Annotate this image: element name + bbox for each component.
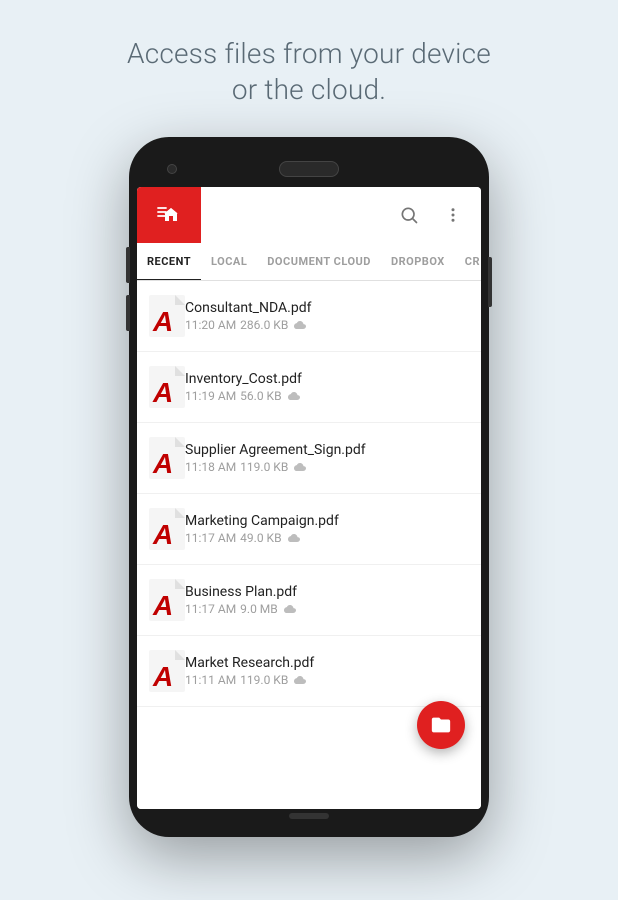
cloud-icon xyxy=(292,675,306,685)
file-meta: 11:11 AM 119.0 KB xyxy=(185,673,469,687)
volume-down-button xyxy=(126,295,130,331)
pdf-file-icon: A xyxy=(149,295,185,337)
phone-bottom xyxy=(137,809,481,823)
file-meta: 11:17 AM 49.0 KB xyxy=(185,531,469,545)
more-options-button[interactable] xyxy=(433,195,473,235)
svg-text:A: A xyxy=(152,519,173,550)
list-item[interactable]: A Consultant_NDA.pdf 11:20 AM 286.0 KB xyxy=(137,281,481,352)
speaker xyxy=(279,161,339,177)
svg-text:A: A xyxy=(152,448,173,479)
file-list: A Consultant_NDA.pdf 11:20 AM 286.0 KB A xyxy=(137,281,481,809)
cloud-icon xyxy=(286,391,300,401)
svg-text:A: A xyxy=(152,306,173,337)
tab-cr[interactable]: CR xyxy=(455,243,481,280)
app-bar-actions xyxy=(389,195,481,235)
folder-icon xyxy=(430,714,452,736)
home-button-bar[interactable] xyxy=(137,187,201,243)
phone-top-bar xyxy=(137,151,481,187)
headline-line1: Access files from your device xyxy=(127,37,491,70)
list-item[interactable]: A Inventory_Cost.pdf 11:19 AM 56.0 KB xyxy=(137,352,481,423)
fab-button[interactable] xyxy=(417,701,465,749)
tab-dropbox[interactable]: DROPBOX xyxy=(381,243,455,280)
headline-line2: or the cloud. xyxy=(232,73,386,106)
list-item[interactable]: A Market Research.pdf 11:11 AM 119.0 KB xyxy=(137,636,481,707)
file-details: Consultant_NDA.pdf 11:20 AM 286.0 KB xyxy=(185,300,469,332)
phone-shell: RECENT LOCAL DOCUMENT CLOUD DROPBOX CR A… xyxy=(129,137,489,837)
file-name: Consultant_NDA.pdf xyxy=(185,300,469,316)
search-button[interactable] xyxy=(389,195,429,235)
file-time: 11:20 AM xyxy=(185,318,236,332)
cloud-icon xyxy=(286,533,300,543)
pdf-file-icon: A xyxy=(149,508,185,550)
file-size: 49.0 KB xyxy=(240,531,281,545)
home-circle-button xyxy=(289,813,329,819)
file-details: Business Plan.pdf 11:17 AM 9.0 MB xyxy=(185,584,469,616)
search-icon xyxy=(399,205,419,225)
app-bar xyxy=(137,187,481,243)
file-name: Marketing Campaign.pdf xyxy=(185,513,469,529)
file-size: 119.0 KB xyxy=(240,460,288,474)
list-item[interactable]: A Business Plan.pdf 11:17 AM 9.0 MB xyxy=(137,565,481,636)
svg-text:A: A xyxy=(152,661,173,692)
file-meta: 11:18 AM 119.0 KB xyxy=(185,460,469,474)
file-name: Market Research.pdf xyxy=(185,655,469,671)
headline: Access files from your device or the clo… xyxy=(127,36,491,109)
list-item[interactable]: A Marketing Campaign.pdf 11:17 AM 49.0 K… xyxy=(137,494,481,565)
file-time: 11:19 AM xyxy=(185,389,236,403)
cloud-icon xyxy=(292,462,306,472)
pdf-file-icon: A xyxy=(149,579,185,621)
file-details: Marketing Campaign.pdf 11:17 AM 49.0 KB xyxy=(185,513,469,545)
cloud-icon xyxy=(292,320,306,330)
file-name: Supplier Agreement_Sign.pdf xyxy=(185,442,469,458)
pdf-file-icon: A xyxy=(149,366,185,408)
file-time: 11:18 AM xyxy=(185,460,236,474)
file-time: 11:17 AM xyxy=(185,531,236,545)
file-meta: 11:20 AM 286.0 KB xyxy=(185,318,469,332)
tab-recent[interactable]: RECENT xyxy=(137,243,201,280)
file-details: Market Research.pdf 11:11 AM 119.0 KB xyxy=(185,655,469,687)
home-icon xyxy=(155,201,183,229)
pdf-file-icon: A xyxy=(149,437,185,479)
list-item[interactable]: A Supplier Agreement_Sign.pdf 11:18 AM 1… xyxy=(137,423,481,494)
file-details: Supplier Agreement_Sign.pdf 11:18 AM 119… xyxy=(185,442,469,474)
cloud-icon xyxy=(282,604,296,614)
file-details: Inventory_Cost.pdf 11:19 AM 56.0 KB xyxy=(185,371,469,403)
file-size: 56.0 KB xyxy=(240,389,281,403)
file-meta: 11:19 AM 56.0 KB xyxy=(185,389,469,403)
tab-bar: RECENT LOCAL DOCUMENT CLOUD DROPBOX CR xyxy=(137,243,481,281)
file-size: 9.0 MB xyxy=(240,602,278,616)
file-name: Business Plan.pdf xyxy=(185,584,469,600)
file-meta: 11:17 AM 9.0 MB xyxy=(185,602,469,616)
tab-document-cloud[interactable]: DOCUMENT CLOUD xyxy=(257,243,381,280)
tab-local[interactable]: LOCAL xyxy=(201,243,257,280)
screen: RECENT LOCAL DOCUMENT CLOUD DROPBOX CR A… xyxy=(137,187,481,809)
file-name: Inventory_Cost.pdf xyxy=(185,371,469,387)
file-size: 119.0 KB xyxy=(240,673,288,687)
file-time: 11:17 AM xyxy=(185,602,236,616)
pdf-file-icon: A xyxy=(149,650,185,692)
svg-text:A: A xyxy=(152,590,173,621)
volume-up-button xyxy=(126,247,130,283)
file-time: 11:11 AM xyxy=(185,673,236,687)
camera-dot xyxy=(167,164,177,174)
more-icon xyxy=(444,206,462,224)
power-button xyxy=(488,257,492,307)
file-size: 286.0 KB xyxy=(240,318,288,332)
svg-text:A: A xyxy=(152,377,173,408)
